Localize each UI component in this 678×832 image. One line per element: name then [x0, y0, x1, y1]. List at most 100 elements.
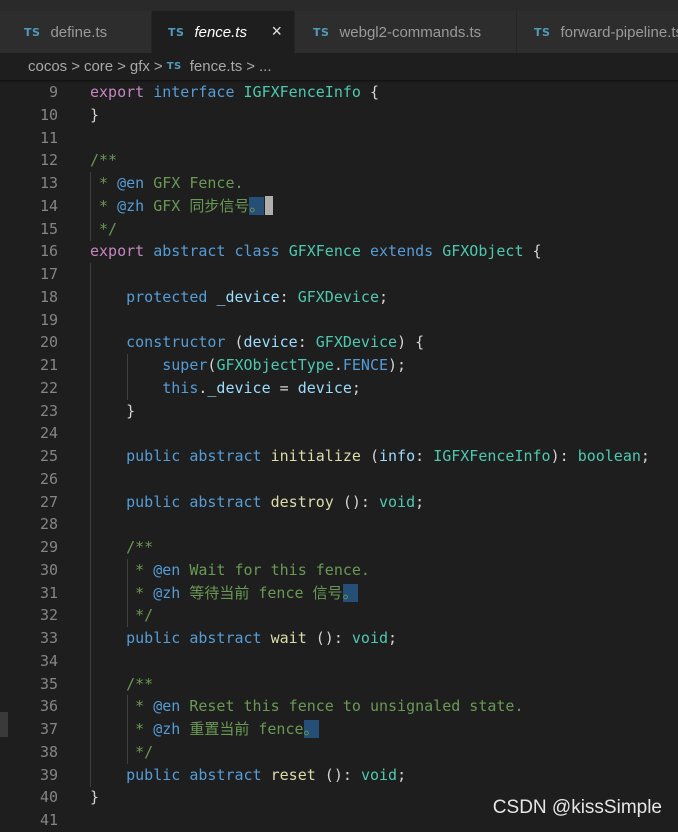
code-line[interactable]: 20 constructor (device: GFXDevice) { [0, 331, 678, 355]
code-text: public abstract initialize (info: IGFXFe… [90, 445, 650, 468]
tab-define-ts[interactable]: TS define.ts [0, 11, 152, 53]
line-number: 9 [48, 83, 58, 101]
code-token: GFXDevice [315, 333, 398, 352]
code-token: @en [117, 174, 145, 192]
breadcrumb-item-gfx[interactable]: gfx [130, 58, 150, 75]
code-line[interactable]: 13 * @en GFX Fence. [0, 172, 678, 195]
code-token: (): [333, 492, 379, 511]
code-line[interactable]: 34 [0, 649, 678, 673]
code-line[interactable]: 21 super(GFXObjectType.FENCE); [0, 354, 678, 377]
code-token: /** [126, 674, 154, 693]
code-line[interactable]: 37 * @zh 重置当前 fence。 [0, 718, 678, 741]
code-token: void [360, 765, 398, 784]
code-token: * [90, 174, 118, 192]
tab-forward-pipeline-ts[interactable]: TS forward-pipeline.ts [517, 11, 678, 53]
code-line[interactable]: 17 [0, 263, 678, 286]
scroll-indicator [0, 712, 8, 737]
close-icon[interactable]: × [271, 20, 282, 42]
code-text: * @zh 重置当前 fence。 [90, 718, 319, 741]
code-editor[interactable]: 9 export interface IGFXFenceInfo {10} 11 12… [0, 80, 678, 829]
line-number: 31 [39, 583, 58, 602]
breadcrumb-item-file[interactable]: TS fence.ts [167, 58, 243, 75]
code-token: public [126, 492, 181, 511]
code-token: * [90, 196, 118, 215]
code-token: 重置当前 fence [180, 720, 304, 738]
code-line[interactable]: 18 protected _device: GFXDevice; [0, 285, 678, 309]
tab-fence-ts[interactable]: TS fence.ts × [152, 11, 295, 53]
code-token: destroy [270, 492, 334, 511]
code-text: * @en GFX Fence. [90, 172, 244, 195]
code-line[interactable]: 15 */ [0, 217, 678, 241]
code-token: device [297, 378, 352, 397]
code-token: _device [216, 287, 280, 306]
code-line[interactable]: 14 * @zh GFX 同步信号。 [0, 194, 678, 218]
code-line[interactable]: 30 * @en Wait for this fence. [0, 558, 678, 582]
code-line[interactable]: 22 this._device = device; [0, 376, 678, 400]
code-line[interactable]: 11 [0, 127, 678, 150]
code-line[interactable]: 19 [0, 308, 678, 332]
breadcrumb-more[interactable]: ... [259, 58, 272, 75]
code-token: */ [126, 742, 154, 761]
code-line[interactable]: 9 export interface IGFXFenceInfo { [0, 81, 678, 104]
code-token: interface [153, 83, 235, 101]
code-line[interactable]: 38 */ [0, 740, 678, 764]
code-line[interactable]: 25 public abstract initialize (info: IGF… [0, 445, 678, 468]
code-token: : [297, 333, 316, 352]
code-line[interactable]: 36 * @en Reset this fence to unsignaled … [0, 695, 678, 719]
code-token: @en [153, 697, 181, 716]
code-line[interactable]: 27 public abstract destroy (): void; [0, 490, 678, 514]
line-number: 10 [39, 105, 58, 124]
code-token: ; [415, 492, 425, 511]
code-line[interactable]: 29 /** [0, 536, 678, 559]
code-text: export interface IGFXFenceInfo { [90, 81, 379, 104]
code-line[interactable]: 31 * @zh 等待当前 fence 信号。 [0, 581, 678, 605]
code-token: ); [388, 356, 407, 374]
code-token: */ [90, 219, 118, 238]
code-token: } [90, 401, 136, 420]
code-line[interactable]: 26 [0, 467, 678, 491]
indent-guide [90, 422, 91, 446]
code-line[interactable]: 33 public abstract wait (): void; [0, 627, 678, 650]
code-line[interactable]: 23 } [0, 399, 678, 423]
code-token: export [90, 242, 145, 261]
code-line[interactable]: 39 public abstract reset (): void; [0, 763, 678, 787]
text-cursor [265, 195, 274, 215]
code-text: constructor (device: GFXDevice) { [90, 331, 424, 354]
breadcrumb-item-core[interactable]: core [84, 58, 113, 75]
code-text: */ [90, 218, 117, 241]
line-number: 38 [39, 742, 58, 761]
tab-webgl2-commands-ts[interactable]: TS webgl2-commands.ts [295, 11, 517, 53]
code-line[interactable]: 12 /** [0, 149, 678, 172]
code-line[interactable]: 24 [0, 422, 678, 446]
code-token: : [415, 447, 434, 465]
line-number: 24 [39, 424, 58, 443]
code-token: ; [351, 378, 361, 397]
code-token: (): [306, 629, 352, 647]
code-line[interactable]: 10} [0, 104, 678, 127]
code-token: Reset this fence to unsignaled state. [180, 697, 524, 716]
breadcrumb-item-cocos[interactable]: cocos [28, 58, 67, 75]
code-token: abstract [189, 447, 262, 465]
code-line[interactable]: 16 export abstract class GFXFence extends… [0, 240, 678, 263]
line-number: 30 [39, 560, 58, 579]
code-token: * [126, 583, 154, 602]
code-token: IGFXFenceInfo [243, 83, 361, 101]
typescript-icon: TS [313, 25, 330, 39]
code-text: /** [90, 673, 153, 696]
code-line[interactable]: 28 [0, 513, 678, 537]
watermark: CSDN @kissSimple [492, 797, 662, 818]
code-token: 等待当前 fence 信号 [180, 583, 343, 602]
code-line[interactable]: 35 /** [0, 672, 678, 696]
indent-guide [90, 513, 91, 537]
code-line[interactable]: 32 */ [0, 604, 678, 628]
typescript-icon: TS [24, 25, 41, 39]
code-text: } [90, 400, 135, 423]
